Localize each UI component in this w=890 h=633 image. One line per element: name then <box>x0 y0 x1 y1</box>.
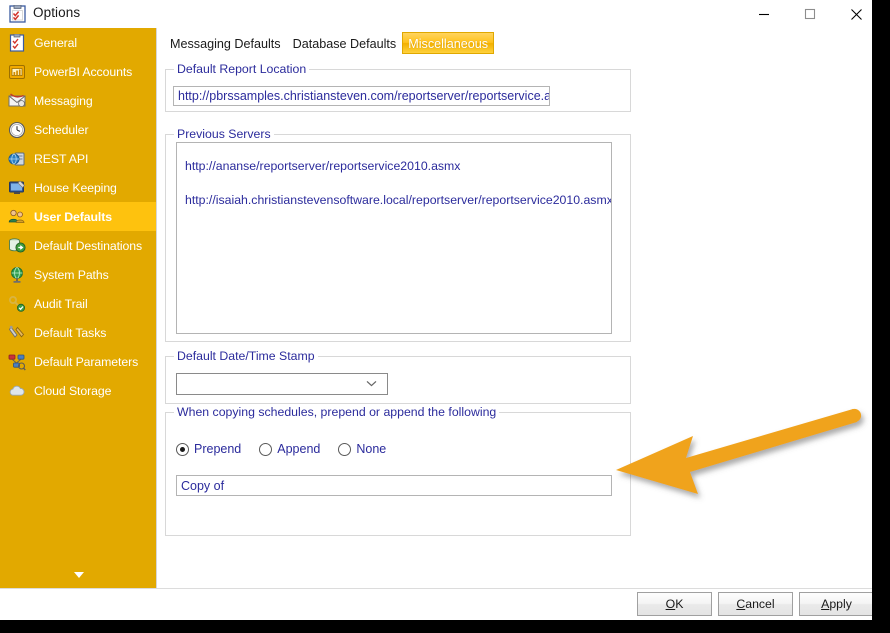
close-icon <box>850 8 862 20</box>
sidebar-item-label: Audit Trail <box>34 296 88 311</box>
radio-none[interactable]: None <box>338 442 386 456</box>
group-legend: Default Date/Time Stamp <box>174 349 318 363</box>
sidebar-item-audit-trail[interactable]: Audit Trail <box>0 289 156 318</box>
sidebar-item-house-keeping[interactable]: House Keeping <box>0 173 156 202</box>
sidebar-item-label: Default Destinations <box>34 238 143 253</box>
clock-icon <box>8 121 26 139</box>
ok-button[interactable]: OK <box>637 592 712 616</box>
screen: Options General PowerBI Accounts Messagi… <box>0 0 890 633</box>
list-item[interactable]: http://ananse/reportserver/reportservice… <box>177 157 611 175</box>
radio-label: Prepend <box>194 442 242 456</box>
default-datetime-stamp-select[interactable] <box>176 373 388 395</box>
radio-dot <box>259 442 273 456</box>
sidebar-item-default-destinations[interactable]: Default Destinations <box>0 231 156 260</box>
sidebar-item-user-defaults[interactable]: User Defaults <box>0 202 156 231</box>
default-report-location-value: http://pbrssamples.christiansteven.com/r… <box>178 89 550 103</box>
sidebar-item-label: Messaging <box>34 93 93 108</box>
chevron-down-icon <box>366 379 377 390</box>
navigation-sidebar[interactable]: General PowerBI Accounts Messaging Sched… <box>0 28 157 588</box>
radio-label: Append <box>277 442 321 456</box>
nodes-icon <box>8 353 26 371</box>
copy-schedules-text-input[interactable]: Copy of <box>176 475 612 496</box>
copy-schedules-radio-group[interactable]: Prepend Append None <box>176 442 404 456</box>
radio-dot <box>176 442 189 456</box>
database-arrow-icon <box>8 237 26 255</box>
checklist-icon <box>9 4 26 23</box>
cancel-button-label: ancel <box>745 597 775 611</box>
window-title: Options <box>33 5 81 20</box>
sidebar-item-label: REST API <box>34 151 89 166</box>
sidebar-item-label: Scheduler <box>34 122 89 137</box>
ok-button-label: K <box>675 597 684 611</box>
tab-miscellaneous[interactable]: Miscellaneous <box>402 32 495 54</box>
group-legend: Previous Servers <box>174 127 274 141</box>
close-button[interactable] <box>833 0 872 28</box>
sidebar-item-label: System Paths <box>34 267 109 282</box>
maximize-icon <box>804 8 816 20</box>
server-globe-icon <box>8 150 26 168</box>
powerbi-icon <box>8 63 26 81</box>
sidebar-item-label: User Defaults <box>34 209 112 224</box>
tools-icon <box>8 324 26 342</box>
sidebar-item-label: Default Tasks <box>34 325 107 340</box>
ok-button-accesskey: O <box>665 597 676 611</box>
cloud-icon <box>8 382 26 400</box>
apply-button[interactable]: Apply <box>799 592 872 616</box>
title-bar: Options <box>0 0 872 28</box>
sidebar-item-default-parameters[interactable]: Default Parameters <box>0 347 156 376</box>
sidebar-item-label: General <box>34 35 78 50</box>
main-panel: Messaging Defaults Database Defaults Mis… <box>158 28 872 588</box>
sidebar-item-powerbi-accounts[interactable]: PowerBI Accounts <box>0 57 156 86</box>
group-legend: Default Report Location <box>174 62 310 76</box>
chevron-down-icon <box>73 572 84 578</box>
sidebar-item-label: PowerBI Accounts <box>34 64 133 79</box>
sidebar-item-scheduler[interactable]: Scheduler <box>0 115 156 144</box>
dialog-footer: OK Cancel Apply <box>0 588 872 620</box>
list-item[interactable]: http://isaiah.christianstevensoftware.lo… <box>177 191 611 209</box>
minimize-icon <box>759 13 769 16</box>
sidebar-item-cloud-storage[interactable]: Cloud Storage <box>0 376 156 405</box>
tab-strip[interactable]: Messaging Defaults Database Defaults Mis… <box>164 32 495 58</box>
envelope-icon <box>8 92 26 110</box>
apply-button-label: pply <box>829 597 852 611</box>
sidebar-item-label: House Keeping <box>34 180 117 195</box>
default-report-location-input[interactable]: http://pbrssamples.christiansteven.com/r… <box>173 86 550 106</box>
sidebar-scroll-down-button[interactable] <box>0 570 156 580</box>
minimize-button[interactable] <box>741 0 787 28</box>
previous-servers-listbox[interactable]: http://ananse/reportserver/reportservice… <box>176 142 612 334</box>
sidebar-item-general[interactable]: General <box>0 28 156 57</box>
annotation-arrow <box>616 408 862 494</box>
sidebar-item-rest-api[interactable]: REST API <box>0 144 156 173</box>
sidebar-item-system-paths[interactable]: System Paths <box>0 260 156 289</box>
radio-prepend[interactable]: Prepend <box>176 442 241 456</box>
tab-database-defaults[interactable]: Database Defaults <box>287 32 403 54</box>
copy-schedules-text-value: Copy of <box>181 478 225 493</box>
copy-schedules-group: When copying schedules, prepend or appen… <box>165 405 631 536</box>
sidebar-item-default-tasks[interactable]: Default Tasks <box>0 318 156 347</box>
monitor-icon <box>8 179 26 197</box>
radio-dot <box>338 442 352 456</box>
radio-label: None <box>356 442 387 456</box>
sidebar-item-label: Cloud Storage <box>34 383 112 398</box>
maximize-button[interactable] <box>787 0 833 28</box>
cancel-button-accesskey: C <box>736 597 746 611</box>
tab-messaging-defaults[interactable]: Messaging Defaults <box>164 32 287 54</box>
clipboard-icon <box>8 33 26 52</box>
key-check-icon <box>8 295 26 313</box>
globe-icon <box>8 266 26 284</box>
radio-append[interactable]: Append <box>259 442 320 456</box>
sidebar-item-label: Default Parameters <box>34 354 139 369</box>
apply-button-accesskey: A <box>821 597 830 611</box>
users-icon <box>8 208 26 226</box>
sidebar-item-messaging[interactable]: Messaging <box>0 86 156 115</box>
cancel-button[interactable]: Cancel <box>718 592 793 616</box>
group-legend: When copying schedules, prepend or appen… <box>174 405 500 419</box>
options-dialog-window: Options General PowerBI Accounts Messagi… <box>0 0 872 620</box>
